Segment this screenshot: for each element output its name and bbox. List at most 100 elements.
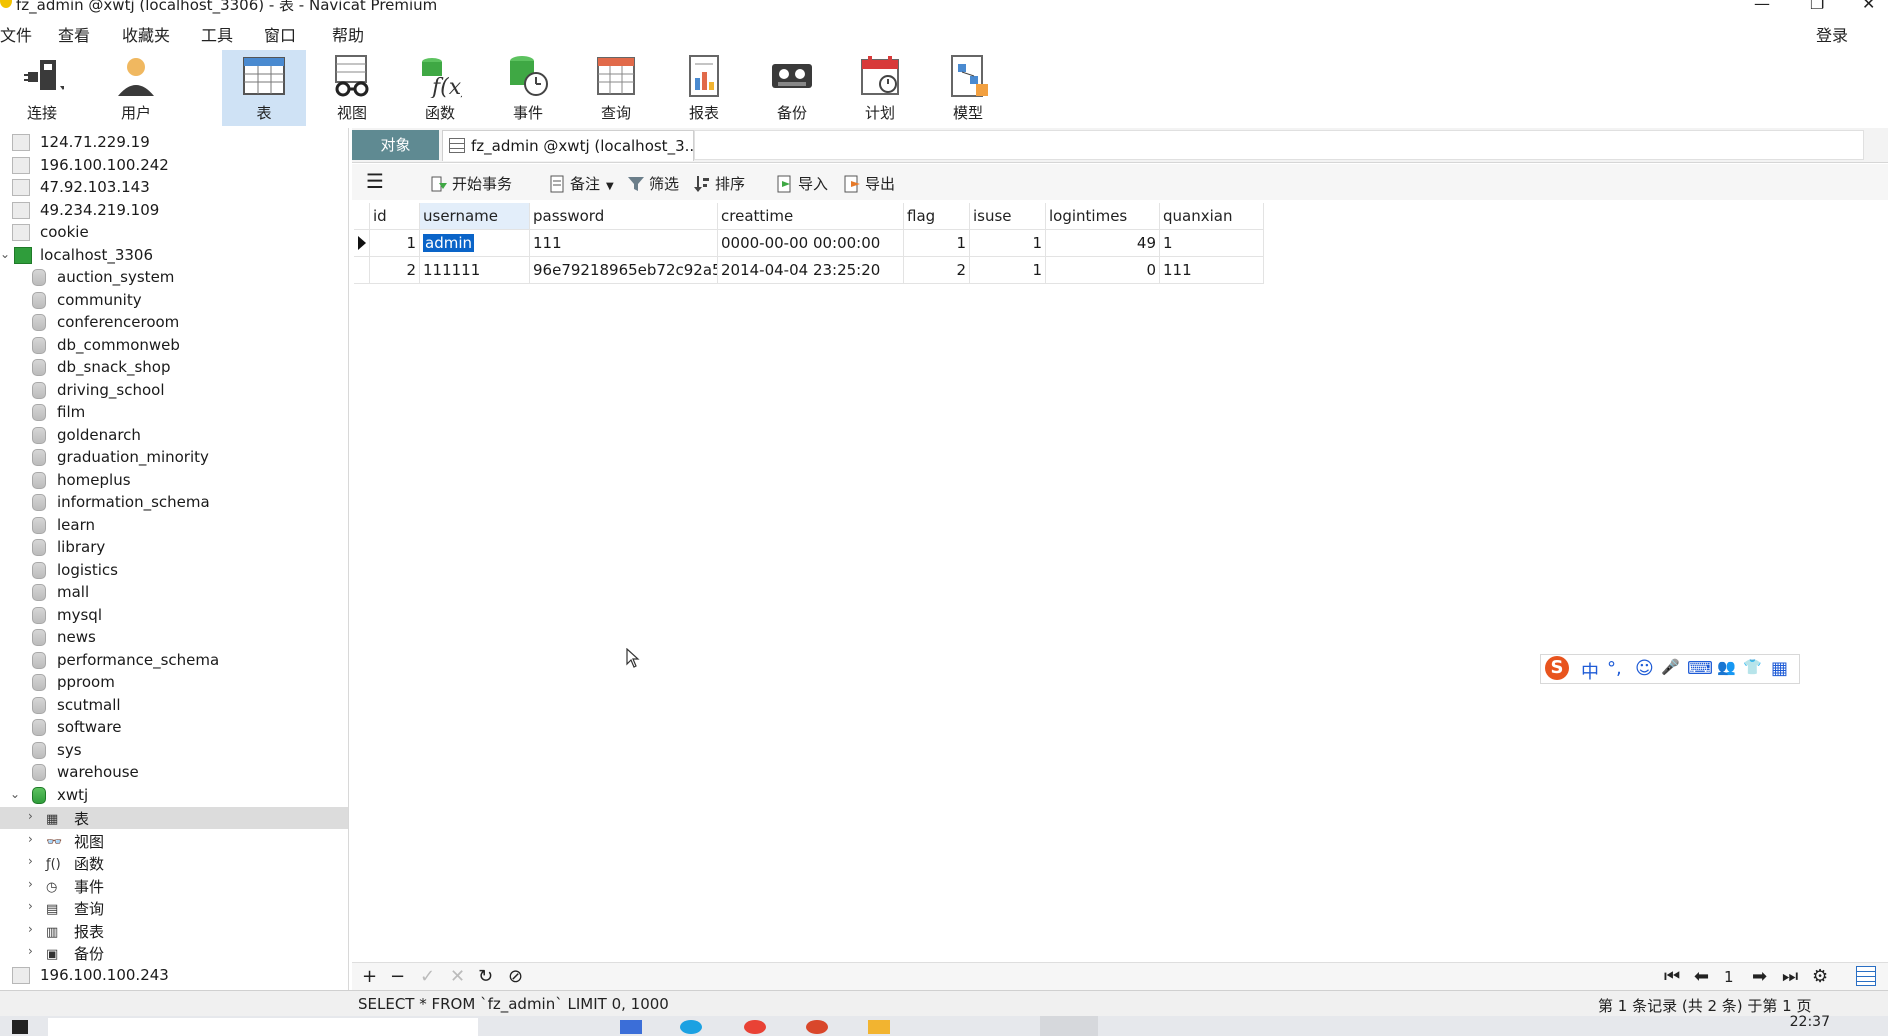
column-header-logintimes[interactable]: logintimes (1046, 203, 1160, 230)
menu-window[interactable]: 窗口 (264, 22, 296, 46)
table-cell[interactable]: 2014-04-04 23:25:20 (718, 257, 904, 284)
column-header-creattime[interactable]: creattime (718, 203, 904, 230)
stop-icon[interactable]: ⊘ (508, 966, 523, 987)
expand-arrow-icon[interactable]: › (28, 854, 40, 868)
xwtj-node-backup[interactable]: › ▣ 备份 (0, 942, 348, 964)
database-item[interactable]: mysql (0, 605, 348, 627)
tab-fz-admin[interactable]: fz_admin @xwtj (localhost_3... (442, 130, 694, 161)
connection-localhost[interactable]: ⌄ localhost_3306 (0, 245, 348, 267)
menu-view[interactable]: 查看 (58, 22, 90, 46)
apply-changes-icon[interactable]: ✓ (420, 966, 435, 987)
menu-hamburger-icon[interactable]: ☰ (366, 169, 384, 193)
expand-arrow-icon[interactable]: › (28, 899, 40, 913)
taskbar-navicat-icon[interactable] (1040, 1016, 1098, 1036)
grid-view-icon[interactable] (1856, 966, 1876, 986)
sort-button[interactable]: 排序 (693, 173, 745, 194)
taskbar-chrome-icon[interactable] (744, 1020, 766, 1034)
table-cell[interactable]: 0 (1046, 257, 1160, 284)
table-cell[interactable]: 1 (970, 230, 1046, 257)
menu-file[interactable]: 文件 (0, 22, 32, 46)
next-page-icon[interactable]: ➡ (1752, 966, 1767, 987)
schedule-button[interactable]: 计划 (838, 50, 922, 126)
login-button[interactable]: 登录 (1816, 22, 1848, 46)
column-header-password[interactable]: password (530, 203, 718, 230)
minimize-icon[interactable]: — (1754, 0, 1770, 13)
row-indicator[interactable] (354, 257, 370, 284)
export-button[interactable]: 导出 (843, 173, 895, 194)
ime-punctuation-icon[interactable]: °, (1607, 658, 1622, 679)
connection-item[interactable]: 49.234.219.109 (0, 200, 348, 222)
column-header-isuse[interactable]: isuse (970, 203, 1046, 230)
menu-help[interactable]: 帮助 (332, 22, 364, 46)
database-item[interactable]: graduation_minority (0, 447, 348, 469)
database-item[interactable]: auction_system (0, 267, 348, 289)
report-button[interactable]: 报表 (662, 50, 746, 126)
database-item[interactable]: film (0, 402, 348, 424)
connection-item[interactable]: 196.100.100.243 (0, 965, 348, 987)
xwtj-node-query[interactable]: › ▤ 查询 (0, 897, 348, 919)
expand-arrow-icon[interactable]: › (28, 809, 40, 823)
user-button[interactable]: 用户 (94, 50, 178, 126)
database-item[interactable]: performance_schema (0, 650, 348, 672)
collapse-arrow-icon[interactable]: ⌄ (10, 787, 22, 801)
begin-transaction-button[interactable]: 开始事务 (430, 173, 512, 194)
ime-keyboard-icon[interactable]: ⌨ (1687, 658, 1713, 679)
windows-start-icon[interactable] (12, 1020, 28, 1034)
note-dropdown-icon[interactable]: ▼ (606, 181, 614, 192)
expand-arrow-icon[interactable]: › (28, 877, 40, 891)
restore-icon[interactable]: ❐ (1810, 0, 1824, 13)
database-item[interactable]: pproom (0, 672, 348, 694)
database-item[interactable]: news (0, 627, 348, 649)
filter-button[interactable]: 筛选 (627, 173, 679, 194)
database-item[interactable]: db_commonweb (0, 335, 348, 357)
column-header-username[interactable]: username (420, 203, 530, 230)
table-cell[interactable]: 1 (970, 257, 1046, 284)
database-item[interactable]: warehouse (0, 762, 348, 784)
database-item[interactable]: homeplus (0, 470, 348, 492)
database-item[interactable]: conferenceroom (0, 312, 348, 334)
last-page-icon[interactable]: ⏭ (1782, 966, 1798, 987)
tab-objects[interactable]: 对象 (352, 130, 439, 160)
taskbar-edge-icon[interactable] (680, 1020, 702, 1034)
taskbar-app-red-icon[interactable] (806, 1020, 828, 1034)
expand-arrow-icon[interactable]: › (28, 832, 40, 846)
ime-voice-icon[interactable]: 🎤 (1661, 658, 1680, 676)
xwtj-node-event-clock[interactable]: › ◷ 事件 (0, 875, 348, 897)
delete-record-icon[interactable]: − (390, 966, 405, 987)
taskbar-folder-icon[interactable] (868, 1020, 890, 1034)
column-header-quanxian[interactable]: quanxian (1160, 203, 1264, 230)
refresh-icon[interactable]: ↻ (478, 966, 493, 987)
menu-tools[interactable]: 工具 (201, 22, 233, 46)
discard-changes-icon[interactable]: ✕ (450, 966, 465, 987)
expand-arrow-icon[interactable]: › (28, 944, 40, 958)
column-header-id[interactable]: id (370, 203, 420, 230)
table-cell[interactable]: 2 (370, 257, 420, 284)
database-item[interactable]: learn (0, 515, 348, 537)
table-cell[interactable]: 111 (1160, 257, 1264, 284)
ime-users-icon[interactable]: 👥 (1717, 658, 1736, 676)
database-item[interactable]: community (0, 290, 348, 312)
database-item[interactable]: library (0, 537, 348, 559)
menu-favorites[interactable]: 收藏夹 (122, 22, 170, 46)
table-cell[interactable]: 1 (904, 230, 970, 257)
xwtj-node-report[interactable]: › ▥ 报表 (0, 920, 348, 942)
database-item[interactable]: scutmall (0, 695, 348, 717)
database-xwtj[interactable]: ⌄ xwtj (0, 785, 348, 807)
database-item[interactable]: db_snack_shop (0, 357, 348, 379)
previous-page-icon[interactable]: ⬅ (1694, 966, 1709, 987)
table-cell[interactable]: 49 (1046, 230, 1160, 257)
close-icon[interactable]: ✕ (1862, 0, 1875, 13)
add-record-icon[interactable]: + (362, 966, 377, 987)
page-number[interactable]: 1 (1724, 968, 1734, 986)
event-button[interactable]: 事件 (486, 50, 570, 126)
database-item[interactable]: information_schema (0, 492, 348, 514)
table-cell[interactable]: 0000-00-00 00:00:00 (718, 230, 904, 257)
selected-cell-text[interactable]: admin (423, 234, 474, 252)
ime-skin-icon[interactable]: 👕 (1743, 658, 1762, 676)
settings-gear-icon[interactable]: ⚙ (1812, 966, 1828, 987)
table-cell[interactable]: 1 (1160, 230, 1264, 257)
table-cell[interactable]: 96e79218965eb72c92a54 (530, 257, 718, 284)
table-cell[interactable]: 111111 (420, 257, 530, 284)
backup-button[interactable]: 备份 (750, 50, 834, 126)
navigation-tree[interactable]: 124.71.229.19 196.100.100.242 47.92.103.14… (0, 128, 349, 990)
